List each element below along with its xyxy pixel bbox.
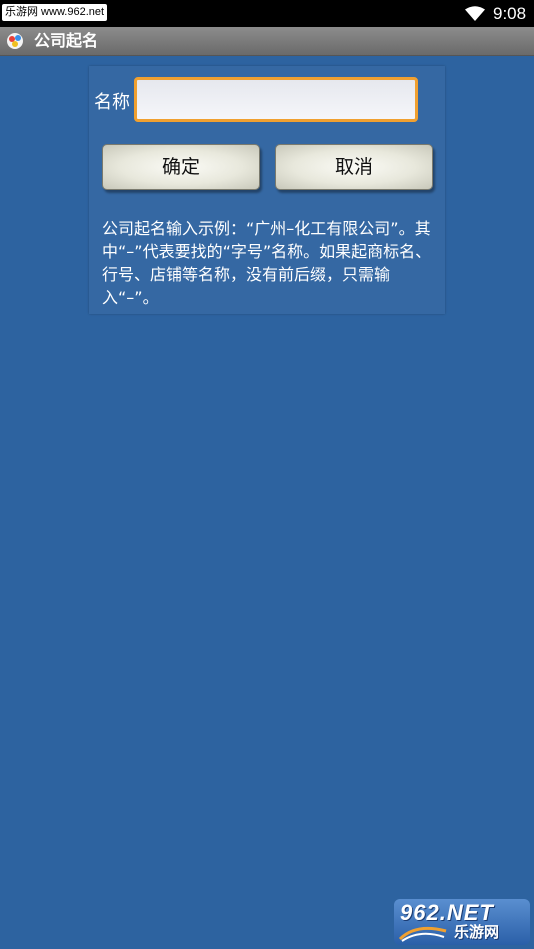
name-label: 名称	[94, 92, 130, 113]
wifi-icon	[465, 6, 485, 21]
name-input[interactable]	[134, 77, 418, 122]
title-bar: 公司起名	[0, 27, 534, 56]
logo-bottom-text: 乐游网	[454, 923, 500, 941]
page-title: 公司起名	[34, 31, 99, 50]
site-logo: 962.NET 乐游网	[394, 899, 530, 945]
watermark-label: 乐游网 www.962.net	[2, 4, 108, 21]
status-bar: 乐游网 www.962.net 9:08	[0, 0, 534, 27]
app-icon	[7, 33, 23, 49]
logo-swirl-icon	[398, 926, 447, 942]
cancel-button[interactable]: 取消	[275, 144, 433, 190]
ok-button[interactable]: 确定	[102, 144, 260, 190]
hint-text: 公司起名输入示例：“广州–化工有限公司”。其中“–”代表要找的“字号”名称。如果…	[102, 219, 432, 307]
name-form-panel: 名称 确定 取消 公司起名输入示例：“广州–化工有限公司”。其中“–”代表要找的…	[89, 66, 445, 314]
clock: 9:08	[493, 4, 527, 23]
